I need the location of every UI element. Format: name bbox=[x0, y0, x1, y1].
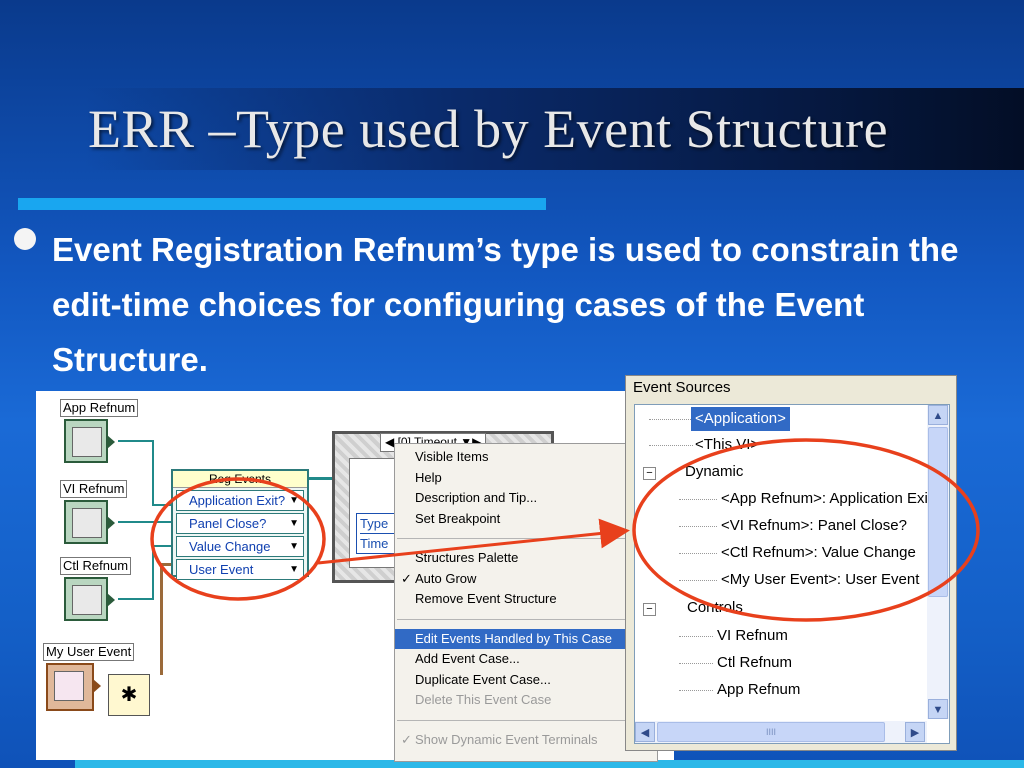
bullet-icon bbox=[14, 228, 36, 250]
ctl-refnum-label: Ctl Refnum bbox=[60, 557, 132, 575]
menu-duplicate-event-case[interactable]: Duplicate Event Case... bbox=[395, 670, 657, 691]
app-refnum-icon[interactable] bbox=[64, 419, 115, 463]
tree-item-controls[interactable]: Controls bbox=[687, 596, 743, 620]
menu-separator bbox=[397, 618, 655, 620]
create-user-event-node[interactable]: ✱ bbox=[108, 674, 150, 716]
reg-row-value-change[interactable]: Value Change ▼ bbox=[176, 536, 304, 557]
menu-remove-event-structure[interactable]: Remove Event Structure bbox=[395, 589, 657, 610]
event-sources-panel: Event Sources <Application> <This VI> − … bbox=[625, 375, 957, 751]
scroll-up-icon[interactable]: ▲ bbox=[928, 405, 948, 425]
tree-item-control-ctl-refnum[interactable]: Ctl Refnum bbox=[717, 651, 792, 675]
tree-item-dynamic-vi[interactable]: <VI Refnum>: Panel Close? bbox=[721, 514, 907, 538]
menu-help[interactable]: Help bbox=[395, 468, 657, 489]
chevron-down-icon: ▼ bbox=[289, 564, 299, 575]
menu-separator bbox=[397, 538, 655, 539]
menu-show-dynamic-terminals-label: Show Dynamic Event Terminals bbox=[415, 731, 598, 747]
reg-row-label: User Event bbox=[189, 562, 254, 577]
tree-item-control-vi-refnum[interactable]: VI Refnum bbox=[717, 624, 788, 648]
menu-auto-grow-label: Auto Grow bbox=[415, 570, 477, 586]
event-sources-title: Event Sources bbox=[633, 379, 731, 396]
tree-item-this-vi[interactable]: <This VI> bbox=[695, 433, 759, 457]
ctl-refnum-icon[interactable] bbox=[64, 577, 115, 621]
menu-delete-event-case[interactable]: Delete This Event Case bbox=[395, 690, 657, 711]
hscroll-thumb[interactable]: IIII bbox=[657, 722, 885, 742]
tree-item-dynamic-app[interactable]: <App Refnum>: Application Exit bbox=[721, 487, 932, 511]
menu-structures-palette[interactable]: Structures Palette bbox=[395, 548, 657, 569]
menu-auto-grow[interactable]: ✓ Auto Grow bbox=[395, 569, 657, 590]
collapse-icon[interactable]: − bbox=[643, 467, 656, 480]
context-menu[interactable]: Visible Items Help Description and Tip..… bbox=[394, 443, 658, 762]
chevron-down-icon: ▼ bbox=[289, 541, 299, 552]
scroll-right-icon[interactable]: ▶ bbox=[905, 722, 925, 742]
tree-item-dynamic[interactable]: Dynamic bbox=[685, 460, 743, 484]
slide-title: ERR –Type used by Event Structure bbox=[88, 99, 889, 159]
menu-set-breakpoint[interactable]: Set Breakpoint bbox=[395, 509, 657, 530]
reg-row-label: Panel Close? bbox=[189, 516, 267, 531]
scroll-down-icon[interactable]: ▼ bbox=[928, 699, 948, 719]
tree-item-application[interactable]: <Application> bbox=[691, 407, 790, 431]
chevron-down-icon: ▼ bbox=[289, 495, 299, 506]
reg-events-node[interactable]: Reg Events Application Exit? ▼ Panel Clos… bbox=[171, 469, 309, 580]
accent-line bbox=[18, 198, 546, 210]
bullet-text: Event Registration Refnum’s type is used… bbox=[52, 231, 959, 378]
scroll-left-icon[interactable]: ◀ bbox=[635, 722, 655, 742]
vi-refnum-icon[interactable] bbox=[64, 500, 115, 544]
vertical-scrollbar[interactable]: ▲ ▼ bbox=[927, 405, 949, 719]
my-user-event-label: My User Event bbox=[43, 643, 135, 661]
app-refnum-label: App Refnum bbox=[60, 399, 139, 417]
collapse-icon[interactable]: − bbox=[643, 603, 656, 616]
menu-edit-events-handled[interactable]: Edit Events Handled by This Case bbox=[395, 628, 657, 649]
menu-add-event-case[interactable]: Add Event Case... bbox=[395, 649, 657, 670]
reg-row-label: Application Exit? bbox=[189, 493, 286, 508]
reg-row-application-exit[interactable]: Application Exit? ▼ bbox=[176, 490, 304, 511]
horizontal-scrollbar[interactable]: ◀ IIII ▶ bbox=[635, 721, 927, 743]
menu-description-tip[interactable]: Description and Tip... bbox=[395, 488, 657, 509]
reg-row-user-event[interactable]: User Event ▼ bbox=[176, 559, 304, 580]
checkmark-icon: ✓ bbox=[401, 570, 412, 586]
tree-item-control-app-refnum[interactable]: App Refnum bbox=[717, 678, 800, 702]
menu-show-dynamic-terminals[interactable]: ✓ Show Dynamic Event Terminals bbox=[395, 730, 657, 751]
reg-row-panel-close[interactable]: Panel Close? ▼ bbox=[176, 513, 304, 534]
chevron-down-icon: ▼ bbox=[289, 518, 299, 529]
block-diagram: App Refnum VI Refnum Ctl Refnum My User … bbox=[36, 391, 674, 762]
checkmark-icon: ✓ bbox=[401, 731, 412, 747]
scroll-thumb[interactable] bbox=[928, 427, 948, 597]
reg-row-label: Value Change bbox=[189, 539, 271, 554]
menu-separator bbox=[397, 719, 655, 721]
tree-item-dynamic-user-event[interactable]: <My User Event>: User Event bbox=[721, 568, 919, 592]
reg-events-header: Reg Events bbox=[173, 471, 307, 488]
vi-refnum-label: VI Refnum bbox=[60, 480, 128, 498]
tree-item-dynamic-ctl[interactable]: <Ctl Refnum>: Value Change bbox=[721, 541, 916, 565]
menu-visible-items[interactable]: Visible Items bbox=[395, 447, 657, 468]
event-sources-tree[interactable]: <Application> <This VI> − Dynamic <App R… bbox=[634, 404, 950, 744]
my-user-event-icon[interactable] bbox=[46, 663, 101, 711]
